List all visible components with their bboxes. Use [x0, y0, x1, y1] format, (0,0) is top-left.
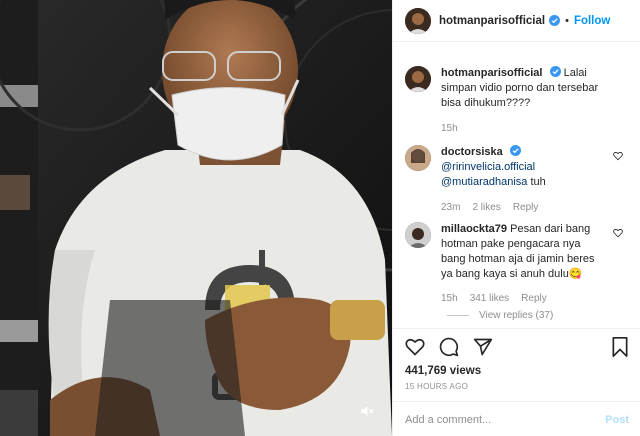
- comment-likes[interactable]: 2 likes: [472, 200, 500, 215]
- avatar[interactable]: [405, 145, 431, 171]
- caption-body: hotmanparisofficial Lalai simpan vidio p…: [441, 66, 601, 136]
- post-video[interactable]: [0, 0, 392, 436]
- caption-time[interactable]: 15h: [441, 121, 458, 136]
- speaker-muted-icon: [361, 406, 374, 416]
- mute-button[interactable]: [360, 404, 382, 426]
- comment-text: tuh: [530, 176, 546, 188]
- header-username[interactable]: hotmanparisofficial: [439, 15, 545, 27]
- add-comment-bar: Post: [393, 401, 640, 436]
- post-info-panel: hotmanparisofficial • Follow hotmanparis…: [392, 0, 640, 436]
- video-frame: [0, 0, 392, 436]
- post-header: hotmanparisofficial • Follow: [393, 0, 640, 42]
- comment-body: doctorsiska @ririnvelicia.official @muti…: [441, 145, 601, 215]
- comment-meta: 23m 2 likes Reply: [441, 200, 601, 215]
- comment-time[interactable]: 15h: [441, 291, 458, 306]
- verified-badge-icon: [509, 145, 521, 156]
- bookmark-icon[interactable]: [611, 337, 629, 357]
- comment-input[interactable]: [405, 413, 606, 426]
- mention-link[interactable]: @ririnvelicia.official: [441, 160, 601, 175]
- divider: [447, 315, 469, 316]
- comments-list[interactable]: hotmanparisofficial Lalai simpan vidio p…: [393, 42, 640, 328]
- comment-meta: 15h 341 likes Reply: [441, 291, 601, 306]
- view-count[interactable]: 441,769 views: [405, 365, 481, 377]
- comment-item: millaockta79 Pesan dari bang hotman pake…: [405, 222, 633, 306]
- comment-time[interactable]: 23m: [441, 200, 460, 215]
- comment-body: millaockta79 Pesan dari bang hotman pake…: [441, 222, 601, 306]
- heart-icon[interactable]: [405, 337, 425, 357]
- comment-likes[interactable]: 341 likes: [470, 291, 509, 306]
- post-actions: 441,769 views 15 HOURS AGO Post: [393, 328, 640, 436]
- comment-username[interactable]: millaockta79: [441, 223, 507, 235]
- like-comment-heart-icon[interactable]: [613, 151, 623, 161]
- caption-meta: 15h: [441, 121, 601, 136]
- view-replies-label: View replies (37): [479, 310, 554, 321]
- share-icon[interactable]: [473, 337, 493, 357]
- avatar[interactable]: [405, 222, 431, 248]
- verified-badge-icon: [549, 66, 561, 77]
- avatar[interactable]: [405, 7, 431, 34]
- like-comment-heart-icon[interactable]: [613, 228, 623, 238]
- mention-link[interactable]: @mutiaradhanisa: [441, 176, 527, 188]
- reply-button[interactable]: Reply: [521, 291, 547, 306]
- comment-username[interactable]: doctorsiska: [441, 146, 503, 158]
- post-comment-button[interactable]: Post: [605, 414, 629, 426]
- comment-icon[interactable]: [439, 337, 459, 357]
- post-date[interactable]: 15 HOURS AGO: [405, 382, 468, 391]
- verified-badge-icon: [549, 15, 561, 26]
- separator-dot: •: [565, 14, 569, 27]
- view-replies-button[interactable]: View replies (37): [447, 310, 553, 321]
- reply-button[interactable]: Reply: [513, 200, 539, 215]
- caption: hotmanparisofficial Lalai simpan vidio p…: [405, 66, 633, 136]
- comment-item: doctorsiska @ririnvelicia.official @muti…: [405, 145, 633, 215]
- action-icons: [405, 337, 493, 357]
- follow-button[interactable]: Follow: [574, 15, 610, 27]
- avatar[interactable]: [405, 66, 431, 92]
- caption-username[interactable]: hotmanparisofficial: [441, 67, 542, 79]
